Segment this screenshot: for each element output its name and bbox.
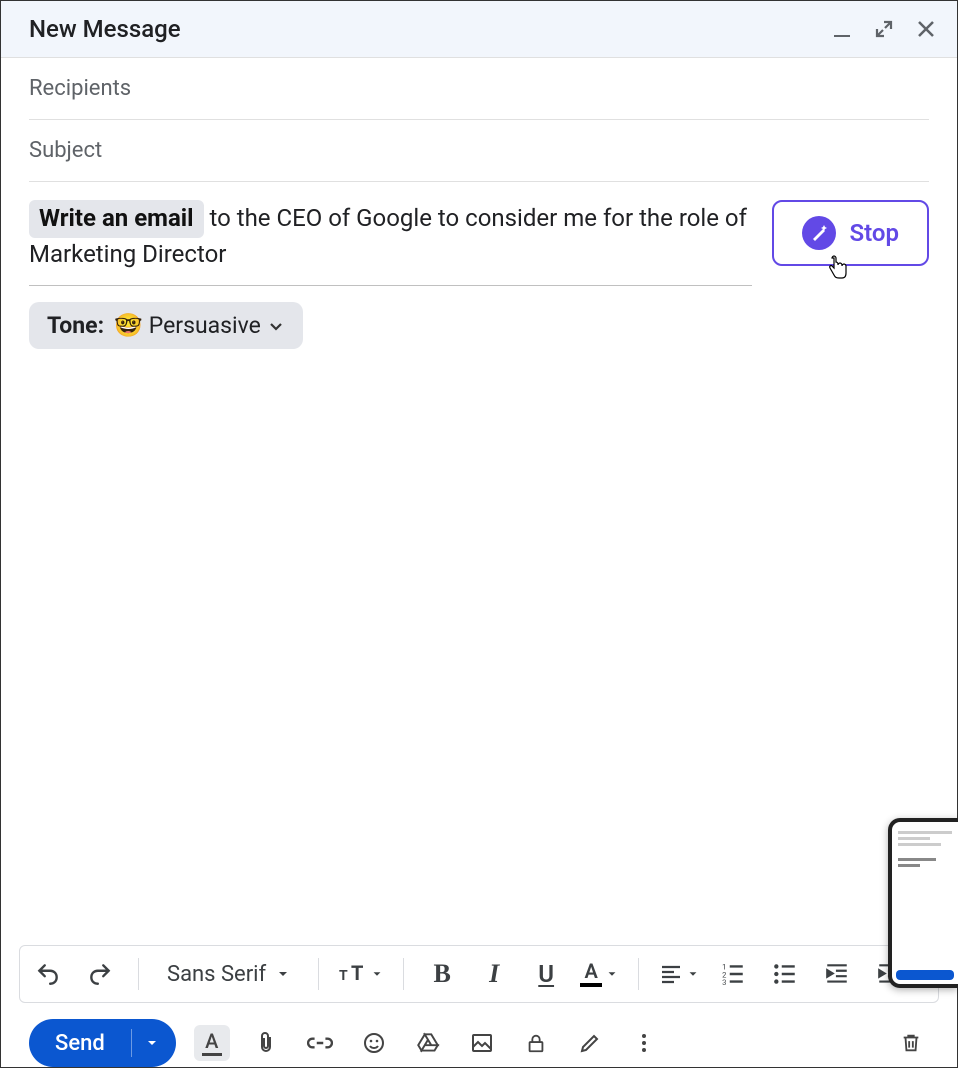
bottom-action-bar: Send A — [1, 1013, 957, 1067]
indent-less-icon — [824, 961, 850, 987]
font-size-icon: T T — [339, 962, 371, 986]
numbered-list-icon: 1 2 3 — [720, 961, 746, 987]
window-controls — [831, 18, 937, 40]
header-fields: Recipients Subject — [1, 58, 957, 182]
font-picker[interactable]: Sans Serif — [159, 962, 298, 987]
tone-row: Tone: 🤓 Persuasive — [1, 286, 957, 365]
trash-icon — [900, 1031, 922, 1055]
emoji-icon — [362, 1031, 386, 1055]
toolbar-separator — [138, 958, 139, 990]
discard-draft-button[interactable] — [893, 1025, 929, 1061]
align-button[interactable] — [659, 956, 699, 992]
compose-window: New Message Recipients Subject Write an … — [0, 0, 958, 1068]
svg-text:T: T — [351, 962, 363, 985]
stop-button-label: Stop — [850, 219, 900, 247]
window-title: New Message — [29, 15, 181, 43]
font-name: Sans Serif — [167, 962, 266, 987]
tone-name: Persuasive — [149, 312, 261, 339]
minimize-button[interactable] — [831, 18, 853, 40]
close-button[interactable] — [915, 18, 937, 40]
insert-photo-button[interactable] — [464, 1025, 500, 1061]
lock-icon — [525, 1031, 547, 1055]
formatting-toolbar: Sans Serif T T B I U A — [19, 945, 939, 1003]
numbered-list-button[interactable]: 1 2 3 — [715, 956, 751, 992]
send-button[interactable]: Send — [29, 1019, 176, 1067]
send-more-options[interactable] — [132, 1036, 172, 1050]
text-color-icon: A — [580, 961, 602, 987]
caret-down-icon — [145, 1036, 159, 1050]
redo-button[interactable] — [82, 956, 118, 992]
recipients-field[interactable]: Recipients — [29, 58, 929, 120]
toolbar-separator — [318, 958, 319, 990]
tone-emoji-icon: 🤓 — [114, 312, 143, 339]
tone-selector[interactable]: Tone: 🤓 Persuasive — [29, 302, 303, 349]
confidential-mode-button[interactable] — [518, 1025, 554, 1061]
caret-down-icon — [606, 968, 618, 980]
undo-icon — [35, 961, 61, 987]
more-options-button[interactable] — [626, 1025, 662, 1061]
italic-button[interactable]: I — [476, 956, 512, 992]
drive-icon — [415, 1030, 441, 1056]
formatting-options-button[interactable]: A — [194, 1025, 230, 1061]
redo-icon — [87, 961, 113, 987]
caret-down-icon — [371, 968, 383, 980]
underline-button[interactable]: U — [528, 956, 564, 992]
text-color-button[interactable]: A — [580, 956, 618, 992]
caret-down-icon — [276, 967, 290, 981]
window-header: New Message — [1, 1, 957, 58]
close-icon — [916, 19, 936, 39]
align-icon — [659, 962, 683, 986]
insert-signature-button[interactable] — [572, 1025, 608, 1061]
ai-prompt-row: Write an email to the CEO of Google to c… — [1, 182, 957, 286]
italic-icon: I — [489, 959, 499, 989]
bold-button[interactable]: B — [424, 956, 460, 992]
send-button-label: Send — [29, 1031, 131, 1056]
bold-icon: B — [434, 959, 451, 989]
pip-content — [892, 822, 958, 876]
indent-less-button[interactable] — [819, 956, 855, 992]
more-vertical-icon — [634, 1031, 654, 1055]
ai-prompt-text[interactable]: Write an email to the CEO of Google to c… — [29, 200, 752, 286]
tone-label: Tone: — [47, 312, 104, 339]
pip-bottom-bar — [896, 970, 954, 980]
link-icon — [307, 1030, 333, 1056]
toolbar-separator — [638, 958, 639, 990]
minimize-icon — [832, 19, 852, 39]
expand-button[interactable] — [873, 18, 895, 40]
stop-button[interactable]: Stop — [772, 200, 930, 266]
cursor-icon — [824, 254, 852, 282]
bullet-list-button[interactable] — [767, 956, 803, 992]
svg-text:3: 3 — [722, 978, 726, 987]
underline-icon: U — [538, 960, 554, 988]
caret-down-icon — [687, 968, 699, 980]
svg-text:T: T — [339, 968, 348, 984]
pen-icon — [578, 1031, 602, 1055]
insert-emoji-button[interactable] — [356, 1025, 392, 1061]
insert-drive-button[interactable] — [410, 1025, 446, 1061]
magic-wand-icon — [802, 216, 836, 250]
toolbar-separator — [403, 958, 404, 990]
insert-link-button[interactable] — [302, 1025, 338, 1061]
prompt-command-chip: Write an email — [29, 200, 204, 238]
subject-field[interactable]: Subject — [29, 120, 929, 182]
expand-icon — [874, 19, 894, 39]
image-icon — [470, 1031, 494, 1055]
formatting-options-icon: A — [202, 1031, 222, 1056]
undo-button[interactable] — [30, 956, 66, 992]
font-size-button[interactable]: T T — [339, 956, 383, 992]
chevron-down-icon — [267, 317, 285, 335]
bullet-list-icon — [772, 961, 798, 987]
tone-value: 🤓 Persuasive — [114, 312, 285, 339]
paperclip-icon — [254, 1031, 278, 1055]
picture-in-picture-preview[interactable] — [888, 818, 958, 988]
email-body-area[interactable] — [1, 365, 957, 945]
attach-file-button[interactable] — [248, 1025, 284, 1061]
